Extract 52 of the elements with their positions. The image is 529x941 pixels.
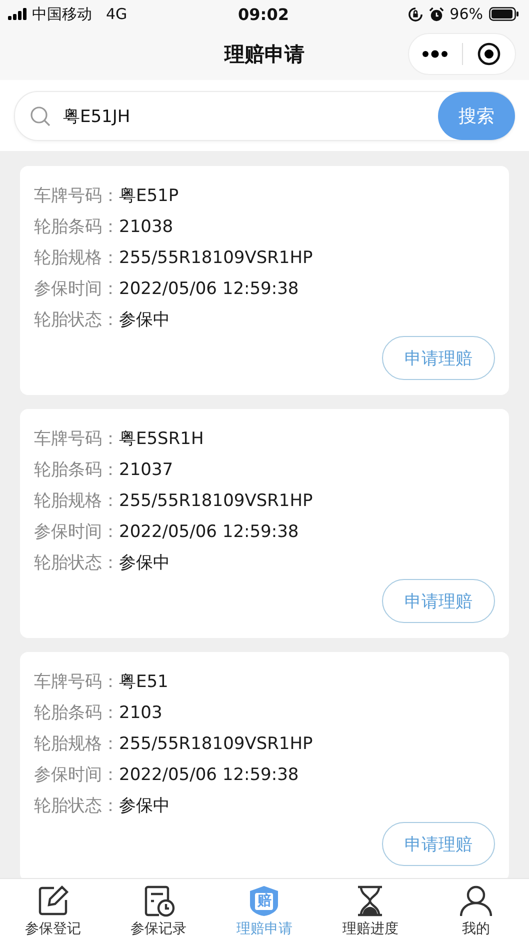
signal-icon xyxy=(8,8,28,20)
edit-icon xyxy=(36,884,69,916)
field-value: 粤E51P xyxy=(119,185,179,208)
field-value: 粤E51 xyxy=(119,671,168,694)
field-label: 车牌号码： xyxy=(34,428,119,451)
close-icon[interactable] xyxy=(476,42,501,66)
tab-item[interactable]: 理赔进度 xyxy=(342,920,398,938)
field-label: 车牌号码： xyxy=(34,185,119,208)
network-type: 4G xyxy=(106,5,128,23)
field-label: 轮胎规格： xyxy=(34,247,119,270)
search-field[interactable]: 粤E51JH 搜索 xyxy=(14,91,515,141)
person-icon xyxy=(460,884,492,916)
field-value: 2022/05/06 12:59:38 xyxy=(119,764,299,787)
field-value: 粤E5SR1H xyxy=(119,428,204,451)
field-label: 轮胎规格： xyxy=(34,490,119,513)
battery-percent: 96% xyxy=(450,5,483,23)
field-value: 21037 xyxy=(119,459,174,482)
field-value: 21038 xyxy=(119,216,174,239)
field-value: 参保中 xyxy=(119,552,170,575)
field-label: 车牌号码： xyxy=(34,671,119,694)
field-value: 2103 xyxy=(119,702,162,725)
alarm-icon xyxy=(428,6,444,22)
field-value: 2022/05/06 12:59:38 xyxy=(119,521,299,544)
field-label: 参保时间： xyxy=(34,764,119,787)
field-value: 2022/05/06 12:59:38 xyxy=(119,278,299,301)
tab-item[interactable]: 参保记录 xyxy=(130,920,187,938)
field-label: 轮胎状态： xyxy=(34,552,119,575)
field-label: 轮胎条码： xyxy=(34,216,119,239)
field-label: 轮胎条码： xyxy=(34,702,119,725)
field-value: 参保中 xyxy=(119,795,170,818)
field-label: 轮胎状态： xyxy=(34,795,119,818)
field-label: 参保时间： xyxy=(34,521,119,544)
carrier-name: 中国移动 xyxy=(32,4,92,24)
more-icon[interactable] xyxy=(422,50,448,58)
field-label: 轮胎规格： xyxy=(34,733,119,756)
field-value: 255/55R18109VSR1HP xyxy=(119,733,313,756)
field-value: 255/55R18109VSR1HP xyxy=(119,490,313,513)
tab-item[interactable]: 参保登记 xyxy=(24,920,81,938)
field-label: 参保时间： xyxy=(34,278,119,301)
search-icon xyxy=(30,106,51,126)
shield-icon xyxy=(248,884,280,916)
status-time: 09:02 xyxy=(238,4,289,24)
badge-text: 赔 xyxy=(256,892,272,908)
page-title: 理赔申请 xyxy=(224,40,304,68)
rotation-lock-icon xyxy=(408,6,423,22)
tab-item[interactable]: 我的 xyxy=(462,920,490,938)
document-clock-icon xyxy=(142,884,175,916)
field-label: 轮胎条码： xyxy=(34,459,119,482)
battery-icon xyxy=(489,7,519,21)
field-label: 轮胎状态： xyxy=(34,309,119,332)
field-value: 255/55R18109VSR1HP xyxy=(119,247,313,270)
field-value: 参保中 xyxy=(119,309,170,332)
